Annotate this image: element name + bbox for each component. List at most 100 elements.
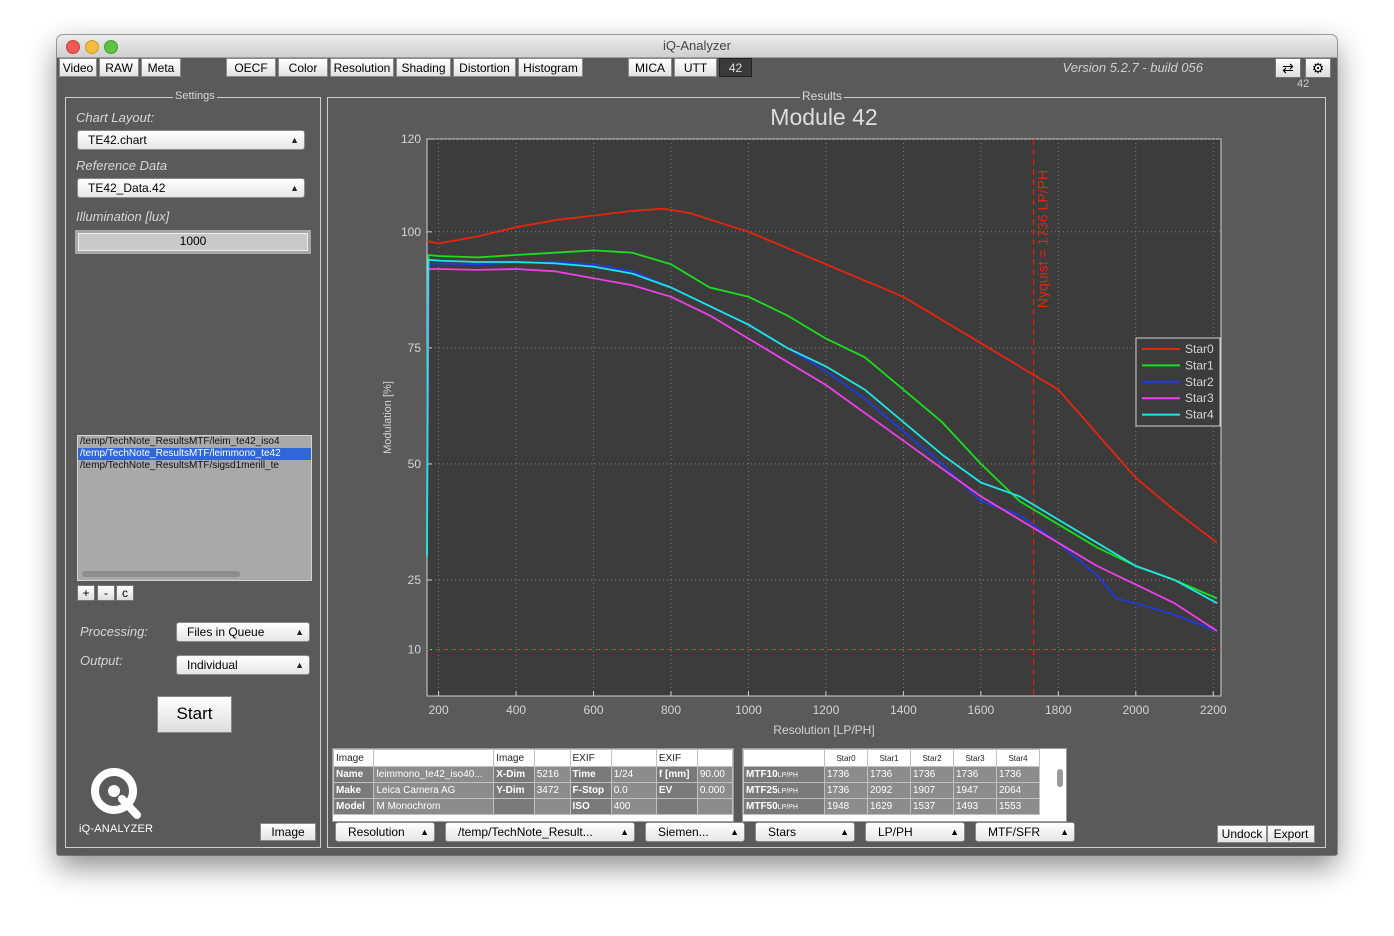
tab-color[interactable]: Color <box>278 58 328 77</box>
tab-utt[interactable]: UTT <box>674 58 717 77</box>
mtf-cell: 2064 <box>996 782 1040 799</box>
tab-video[interactable]: Video <box>59 58 97 77</box>
start-button[interactable]: Start <box>157 696 232 733</box>
image-button[interactable]: Image <box>260 823 316 841</box>
chart-title: Module 42 <box>770 105 877 130</box>
exif-table: Image Image EXIF EXIF Name leimmono_te42_iso4… <box>332 748 734 822</box>
exif-header-cell <box>533 749 571 767</box>
mtf-mode-select[interactable]: MTF/SFR ▲ <box>975 822 1075 842</box>
tab-resolution[interactable]: Resolution <box>330 58 394 77</box>
mtf-chart: Module 42 200 400 600 800 1000 1200 1400 1600 180… <box>382 105 1227 737</box>
add-file-button[interactable]: + <box>77 585 95 601</box>
chart-layout-select[interactable]: TE42.chart ▲ <box>77 130 305 150</box>
mtf-header-cell: Star2 <box>910 749 954 767</box>
file-select[interactable]: /temp/TechNote_Result... ▲ <box>445 822 635 842</box>
mtf-header-row: Star0 Star1 Star2 Star3 Star4 <box>743 749 1040 767</box>
y-tick-label: 50 <box>408 457 422 471</box>
export-button[interactable]: Export <box>1267 825 1315 843</box>
table-row: MTF50LP/PH 1948 1629 1537 1493 1553 <box>743 798 1040 815</box>
processing-select[interactable]: Files in Queue ▲ <box>176 622 310 642</box>
tab-raw[interactable]: RAW <box>99 58 139 77</box>
mtf-row-label: MTF25LP/PH <box>743 782 825 799</box>
y-tick-label: 120 <box>401 132 421 146</box>
file-queue-list[interactable]: /temp/TechNote_ResultsMTF/leim_te42_iso4… <box>77 435 312 581</box>
exif-header-cell <box>610 749 657 767</box>
exif-cell: 0.000 <box>696 782 733 799</box>
horizontal-scrollbar[interactable] <box>82 571 240 577</box>
mtf-cell: 1736 <box>824 766 868 783</box>
mtf-header-cell: Star3 <box>953 749 997 767</box>
mtf-cell: 1736 <box>867 766 911 783</box>
updown-arrows-icon: ▲ <box>620 827 629 837</box>
y-tick-label: 10 <box>408 643 422 657</box>
legend-label: Star0 <box>1185 342 1214 356</box>
tab-histogram[interactable]: Histogram <box>518 58 583 77</box>
illumination-field-frame: 1000 <box>75 230 311 254</box>
list-item-selected[interactable]: /temp/TechNote_ResultsMTF/leimmono_te42 <box>78 448 311 460</box>
exif-cell: f [mm] <box>655 766 698 783</box>
chart-type-select[interactable]: Siemen... ▲ <box>645 822 745 842</box>
tab-meta[interactable]: Meta <box>141 58 181 77</box>
x-tick-label: 200 <box>429 703 449 717</box>
updown-arrows-icon: ▲ <box>420 827 429 837</box>
exif-header-cell: Image <box>493 749 535 767</box>
mtf-row-label: MTF10LP/PH <box>743 766 825 783</box>
tab-distortion[interactable]: Distortion <box>453 58 516 77</box>
mtf-cell: 1947 <box>953 782 997 799</box>
x-tick-label: 2000 <box>1122 703 1149 717</box>
version-label: Version 5.2.7 - build 056 <box>1062 60 1203 75</box>
tab-mica[interactable]: MICA <box>628 58 672 77</box>
y-tick-label: 75 <box>408 341 422 355</box>
updown-arrows-icon: ▲ <box>295 627 304 637</box>
tab-oecf[interactable]: OECF <box>226 58 276 77</box>
exif-cell: Leica Camera AG <box>373 782 495 799</box>
table-row: MTF25LP/PH 1736 2092 1907 1947 2064 <box>743 782 1040 799</box>
x-tick-label: 800 <box>661 703 681 717</box>
illumination-input[interactable]: 1000 <box>78 233 308 251</box>
list-item[interactable]: /temp/TechNote_ResultsMTF/sigsd1merill_t… <box>78 460 311 472</box>
mtf-cell: 1553 <box>996 798 1040 815</box>
analysis-type-select[interactable]: Resolution ▲ <box>335 822 435 842</box>
chart-layout-label: Chart Layout: <box>76 110 155 125</box>
undock-button[interactable]: Undock <box>1217 825 1267 843</box>
updown-arrows-icon: ▲ <box>295 660 304 670</box>
updown-arrows-icon: ▲ <box>730 827 739 837</box>
iq-logo-icon <box>91 768 141 819</box>
list-item[interactable]: /temp/TechNote_ResultsMTF/leim_te42_iso4 <box>78 436 311 448</box>
gear-icon[interactable]: ⚙ <box>1305 58 1331 78</box>
output-select[interactable]: Individual ▲ <box>176 655 310 675</box>
exif-cell: 90.00 <box>696 766 733 783</box>
chart-layout-value: TE42.chart <box>88 133 147 147</box>
mtf-mode-value: MTF/SFR <box>988 825 1040 839</box>
exif-cell: Make <box>333 782 375 799</box>
logo-text: iQ-ANALYZER <box>79 823 154 835</box>
updown-arrows-icon: ▲ <box>290 135 299 145</box>
exif-cell: Name <box>333 766 375 783</box>
remove-file-button[interactable]: - <box>97 585 115 601</box>
tab-42[interactable]: 42 <box>719 58 752 77</box>
exif-cell <box>533 798 571 815</box>
exif-cell: leimmono_te42_iso40... <box>373 766 495 783</box>
reference-data-select[interactable]: TE42_Data.42 ▲ <box>77 178 305 198</box>
settings-group-label: Settings <box>173 90 217 102</box>
vertical-scrollbar[interactable] <box>1057 769 1063 787</box>
x-tick-label: 1600 <box>968 703 995 717</box>
processing-value: Files in Queue <box>187 625 265 639</box>
unit-select[interactable]: LP/PH ▲ <box>865 822 965 842</box>
reference-data-label: Reference Data <box>76 158 168 173</box>
module-toolbar: Video RAW Meta OECF Color Resolution Sha… <box>57 58 1337 90</box>
table-row: MTF10LP/PH 1736 1736 1736 1736 1736 <box>743 766 1040 783</box>
stars-select[interactable]: Stars ▲ <box>755 822 855 842</box>
output-label: Output: <box>80 653 123 668</box>
exif-cell: 400 <box>610 798 657 815</box>
table-row: Model M Monochrom ISO 400 <box>333 798 733 815</box>
tab-shading[interactable]: Shading <box>396 58 451 77</box>
clear-files-button[interactable]: c <box>116 585 134 601</box>
exif-header-row: Image Image EXIF EXIF <box>333 749 733 767</box>
updown-arrows-icon: ▲ <box>290 183 299 193</box>
y-axis-label: Modulation [%] <box>382 381 394 454</box>
exif-cell: 5216 <box>533 766 571 783</box>
x-tick-label: 2200 <box>1200 703 1227 717</box>
mtf-header-cell <box>743 749 825 767</box>
swap-arrows-icon[interactable]: ⇄ <box>1275 58 1301 78</box>
